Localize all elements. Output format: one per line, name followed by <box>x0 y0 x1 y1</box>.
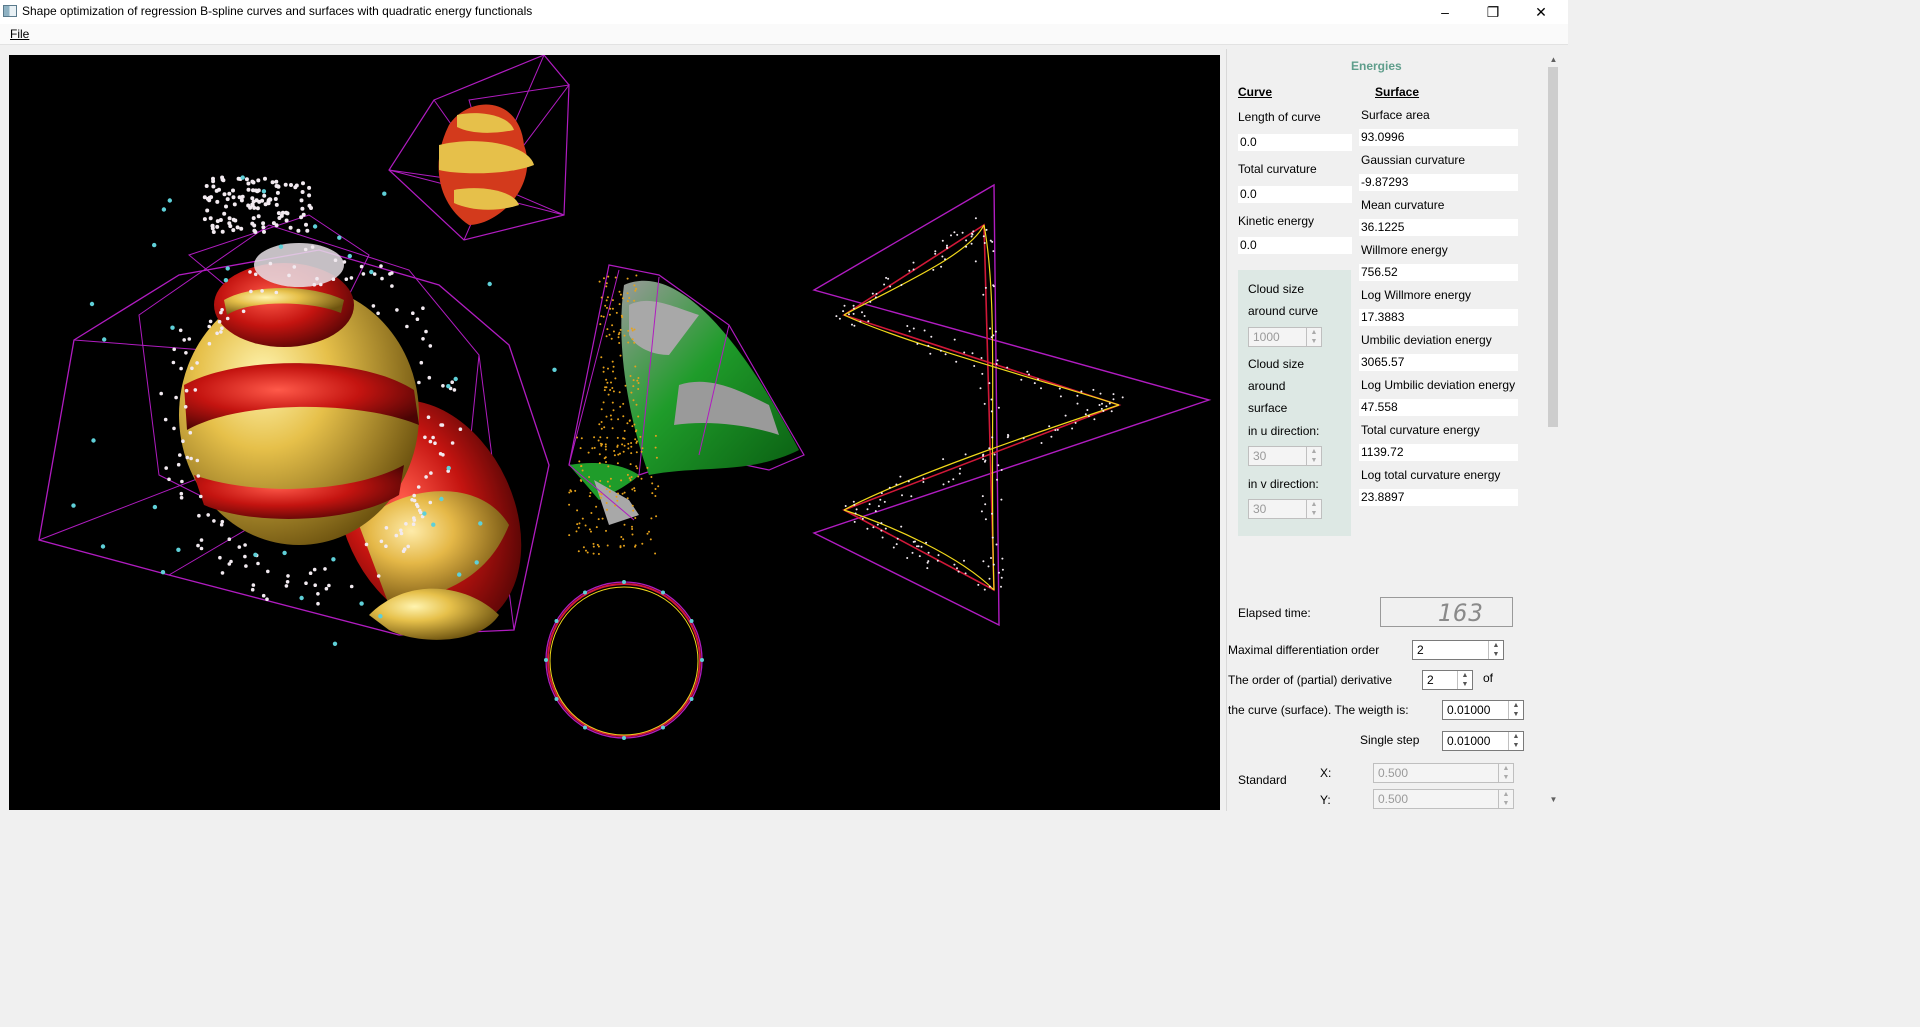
spin-arrows-icon[interactable]: ▲ ▼ <box>1306 328 1321 346</box>
window-title: Shape optimization of regression B-splin… <box>22 4 533 18</box>
v-direction-label: in v direction: <box>1248 477 1319 491</box>
status-bar <box>0 812 1568 839</box>
spin-arrows-icon[interactable]: ▲ ▼ <box>1488 641 1503 659</box>
u-direction-label: in u direction: <box>1248 424 1320 438</box>
cloud-surface-label-1: Cloud size <box>1248 357 1305 371</box>
gl-viewport[interactable] <box>9 55 1220 810</box>
scroll-up-icon[interactable]: ▲ <box>1545 53 1562 67</box>
log-umbilic-deviation-value: 47.558 <box>1359 399 1518 416</box>
umbilic-deviation-label: Umbilic deviation energy <box>1361 333 1492 347</box>
circle-control-points <box>544 580 704 740</box>
log-umbilic-deviation-label: Log Umbilic deviation energy <box>1361 378 1516 392</box>
elapsed-time-value: 163 <box>1437 599 1484 627</box>
restore-button[interactable]: ❐ <box>1470 0 1516 24</box>
max-diff-order-label: Maximal differentiation order <box>1228 643 1380 657</box>
mean-curvature-value: 36.1225 <box>1359 219 1518 236</box>
cloud-curve-label-2: around curve <box>1248 304 1319 318</box>
log-total-curvature-value: 23.8897 <box>1359 489 1518 506</box>
minimize-icon: – <box>1441 4 1449 20</box>
panel-scrollbar[interactable]: ▲ ▼ <box>1545 49 1562 811</box>
single-step-label: Single step <box>1360 733 1420 747</box>
max-diff-order-spinbox[interactable]: 2 ▲ ▼ <box>1412 640 1504 660</box>
spin-arrows-icon[interactable]: ▲ ▼ <box>1508 732 1523 750</box>
single-step-spinbox[interactable]: 0.01000 ▲ ▼ <box>1442 731 1524 751</box>
weight-label: the curve (surface). The weigth is: <box>1228 703 1409 717</box>
cloud-curve-value: 1000 <box>1253 330 1280 344</box>
weight-spinbox[interactable]: 0.01000 ▲ ▼ <box>1442 700 1524 720</box>
max-diff-order-value: 2 <box>1417 643 1424 657</box>
derivative-order-label: The order of (partial) derivative <box>1228 673 1393 687</box>
y-spinbox[interactable]: 0.500 ▲ ▼ <box>1373 789 1514 809</box>
willmore-energy-value: 756.52 <box>1359 264 1518 281</box>
weight-value: 0.01000 <box>1447 703 1491 717</box>
circle-curve <box>545 581 703 739</box>
close-button[interactable]: ✕ <box>1518 0 1564 24</box>
umbilic-deviation-value: 3065.57 <box>1359 354 1518 371</box>
gaussian-curvature-value: -9.87293 <box>1359 174 1518 191</box>
cloud-curve-spinbox[interactable]: 1000 ▲ ▼ <box>1248 327 1322 347</box>
y-value: 0.500 <box>1378 792 1409 806</box>
log-willmore-energy-label: Log Willmore energy <box>1361 288 1472 302</box>
energies-panel: Energies Curve Surface Length of curve 0… <box>1226 49 1546 811</box>
total-curvature-energy-value: 1139.72 <box>1359 444 1518 461</box>
knot-surface <box>388 55 571 241</box>
x-label: X: <box>1320 766 1332 780</box>
u-direction-value: 30 <box>1253 449 1267 463</box>
total-curvature-value: 0.0 <box>1238 186 1352 203</box>
surface-area-value: 93.0996 <box>1359 129 1518 146</box>
spin-arrows-icon[interactable]: ▲ ▼ <box>1306 500 1321 518</box>
x-value: 0.500 <box>1378 766 1409 780</box>
close-icon: ✕ <box>1535 3 1547 20</box>
u-direction-spinbox[interactable]: 30 ▲ ▼ <box>1248 446 1322 466</box>
of-label: of <box>1483 671 1494 685</box>
spin-arrows-icon[interactable]: ▲ ▼ <box>1306 447 1321 465</box>
length-of-curve-value: 0.0 <box>1238 134 1352 151</box>
kinetic-energy-label: Kinetic energy <box>1238 214 1315 228</box>
surface-area-label: Surface area <box>1361 108 1430 122</box>
energies-title: Energies <box>1351 59 1402 73</box>
surface-header: Surface <box>1375 85 1420 99</box>
cloud-size-group: Cloud size around curve 1000 ▲ ▼ Cloud si… <box>1238 270 1351 536</box>
v-direction-value: 30 <box>1253 502 1267 516</box>
mean-curvature-label: Mean curvature <box>1361 198 1445 212</box>
length-of-curve-label: Length of curve <box>1238 110 1321 124</box>
goblet-surface <box>568 264 805 525</box>
gaussian-curvature-label: Gaussian curvature <box>1361 153 1466 167</box>
curve-header: Curve <box>1238 85 1273 99</box>
scroll-down-icon[interactable]: ▼ <box>1545 793 1562 807</box>
cloud-surface-label-2: around <box>1248 379 1286 393</box>
v-direction-spinbox[interactable]: 30 ▲ ▼ <box>1248 499 1322 519</box>
scroll-thumb[interactable] <box>1548 67 1558 427</box>
cloud-surface-label-3: surface <box>1248 401 1288 415</box>
x-spinbox[interactable]: 0.500 ▲ ▼ <box>1373 763 1514 783</box>
minimize-button[interactable]: – <box>1422 0 1468 24</box>
y-label: Y: <box>1320 793 1331 807</box>
star-curve <box>812 183 1212 627</box>
willmore-energy-label: Willmore energy <box>1361 243 1448 257</box>
log-willmore-energy-value: 17.3883 <box>1359 309 1518 326</box>
single-step-value: 0.01000 <box>1447 734 1491 748</box>
spin-arrows-icon[interactable]: ▲ ▼ <box>1457 671 1472 689</box>
spin-arrows-icon[interactable]: ▲ ▼ <box>1508 701 1523 719</box>
title-bar: Shape optimization of regression B-splin… <box>0 0 1568 24</box>
derivative-order-value: 2 <box>1427 673 1434 687</box>
log-total-curvature-label: Log total curvature energy <box>1361 468 1501 482</box>
menu-file[interactable]: File <box>10 27 29 41</box>
star-point-cloud <box>835 217 1124 591</box>
elapsed-time-lcd: 163 <box>1380 597 1513 627</box>
total-curvature-energy-label: Total curvature energy <box>1361 423 1480 437</box>
spin-arrows-icon[interactable]: ▲ ▼ <box>1498 790 1513 808</box>
elapsed-time-label: Elapsed time: <box>1238 606 1311 620</box>
kinetic-energy-value: 0.0 <box>1238 237 1352 254</box>
shell-surface <box>38 214 550 640</box>
app-icon <box>3 5 17 17</box>
standard-label: Standard <box>1238 773 1287 787</box>
derivative-order-spinbox[interactable]: 2 ▲ ▼ <box>1422 670 1473 690</box>
cloud-curve-label-1: Cloud size <box>1248 282 1305 296</box>
restore-icon: ❐ <box>1486 3 1500 20</box>
menu-bar: File <box>0 24 1568 45</box>
total-curvature-label: Total curvature <box>1238 162 1317 176</box>
spin-arrows-icon[interactable]: ▲ ▼ <box>1498 764 1513 782</box>
